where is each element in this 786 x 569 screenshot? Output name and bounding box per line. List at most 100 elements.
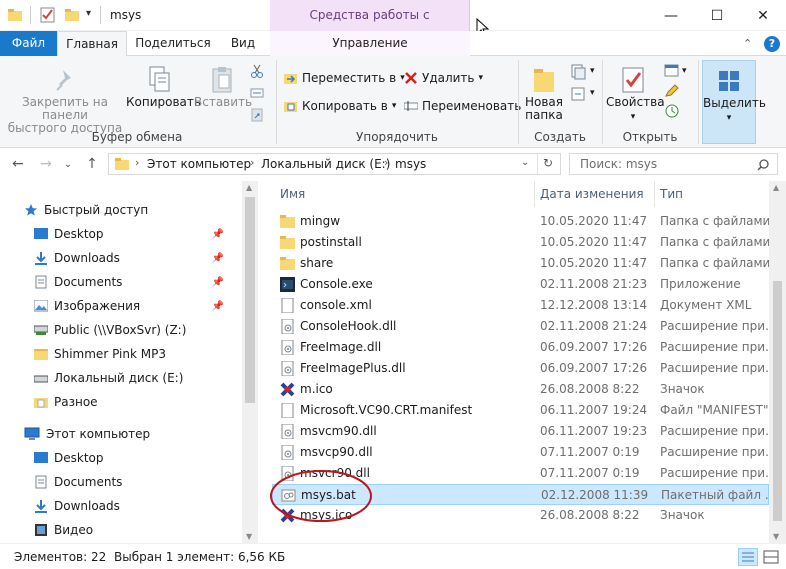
tab-share[interactable]: Поделиться: [132, 31, 214, 56]
tab-home[interactable]: Главная: [57, 31, 127, 57]
maximize-button[interactable]: ☐: [694, 0, 740, 31]
minimize-button[interactable]: —: [648, 0, 694, 31]
nav-item-documents[interactable]: Documents 📌: [34, 270, 244, 294]
chevron-right-icon[interactable]: ›: [384, 156, 388, 169]
pin-quick-access-button[interactable]: Закрепить на панели быстрого доступа: [6, 64, 124, 135]
nav-item-downloads[interactable]: Downloads 📌: [34, 246, 244, 270]
file-row[interactable]: Console.exe 02.11.2008 21:23 Приложение: [272, 274, 769, 295]
file-row[interactable]: share 10.05.2020 11:47 Папка с файлами: [272, 253, 769, 274]
nav-pc-item-downloads[interactable]: Downloads: [34, 494, 120, 518]
scroll-thumb[interactable]: [245, 197, 255, 403]
file-row[interactable]: mingw 10.05.2020 11:47 Папка с файлами: [272, 211, 769, 232]
forward-button[interactable]: →: [36, 154, 56, 174]
file-row[interactable]: msvcm90.dll 06.11.2007 19:23 Расширение пр…: [272, 421, 769, 442]
scroll-up-icon[interactable]: ▲: [773, 183, 779, 192]
help-icon[interactable]: ?: [764, 36, 780, 52]
properties-button[interactable]: Свойства ▾: [606, 64, 665, 124]
nav-this-pc[interactable]: Этот компьютер: [24, 422, 150, 446]
history-icon[interactable]: [664, 104, 680, 118]
breadcrumb-this-pc[interactable]: Этот компьютер: [147, 157, 251, 171]
details-view-icon[interactable]: [738, 548, 758, 566]
tab-view[interactable]: Вид: [220, 31, 266, 56]
new-item-icon[interactable]: [570, 64, 586, 80]
open-icon[interactable]: [664, 64, 680, 78]
rename-button[interactable]: Переименовать: [403, 95, 521, 117]
move-to-button[interactable]: Переместить в ▾: [284, 67, 405, 89]
address-bar[interactable]: › Этот компьютер › Локальный диск (E:) ›…: [108, 153, 561, 175]
scroll-thumb[interactable]: [773, 281, 782, 521]
nav-item-pictures[interactable]: Изображения 📌: [33, 294, 244, 318]
up-button[interactable]: ↑: [82, 154, 102, 174]
nav-item-shimmer-pink[interactable]: Shimmer Pink MP3: [34, 342, 166, 366]
select-button[interactable]: Выделить ▾: [702, 60, 766, 144]
nav-item-label: Desktop: [54, 451, 104, 465]
nav-quick-access[interactable]: Быстрый доступ: [24, 198, 148, 222]
properties-quick-icon[interactable]: [40, 7, 56, 23]
close-button[interactable]: ✕: [740, 0, 786, 31]
easy-access-icon[interactable]: [570, 86, 586, 102]
scroll-up-icon[interactable]: ▲: [246, 183, 252, 192]
nav-item-label: Documents: [54, 475, 123, 489]
chevron-right-icon[interactable]: ›: [250, 156, 254, 169]
file-row[interactable]: postinstall 10.05.2020 11:47 Папка с файла…: [272, 232, 769, 253]
copy-to-button[interactable]: Копировать в ▾: [284, 95, 396, 117]
nav-pc-item-desktop[interactable]: Desktop: [34, 446, 104, 470]
file-list-scrollbar[interactable]: ▲ ▼: [769, 181, 786, 543]
large-icons-view-icon[interactable]: [762, 548, 780, 566]
doc-file-icon: [280, 402, 295, 419]
file-row[interactable]: ConsoleHook.dll 02.11.2008 21:24 Расширени…: [272, 316, 769, 337]
nav-pc-item-documents[interactable]: Documents: [34, 470, 122, 494]
file-row[interactable]: Microsoft.VC90.CRT.manifest 06.11.2007 19…: [272, 400, 769, 421]
file-name: FreeImage.dll: [300, 340, 382, 354]
scroll-down-icon[interactable]: ▼: [773, 532, 779, 541]
column-header-date[interactable]: Дата изменения: [540, 181, 644, 207]
back-button[interactable]: ←: [8, 154, 28, 174]
delete-button[interactable]: Удалить ▾: [404, 67, 483, 89]
computer-icon: [24, 427, 40, 441]
file-type: Расширение при...: [660, 361, 769, 375]
file-row[interactable]: FreeImagePlus.dll 06.09.2007 17:26 Расшире…: [272, 358, 769, 379]
edit-icon[interactable]: [664, 84, 680, 98]
file-row[interactable]: m.ico 26.08.2008 8:22 Значок: [272, 379, 769, 400]
breadcrumb-msys[interactable]: msys: [395, 157, 426, 171]
scroll-down-icon[interactable]: ▼: [246, 532, 252, 541]
divider: [534, 181, 535, 207]
file-row[interactable]: msvcp90.dll 07.11.2007 0:19 Расширение при…: [272, 442, 769, 463]
tab-manage[interactable]: Управление: [270, 31, 470, 56]
chevron-down-icon: ▾: [726, 113, 732, 123]
dll-file-icon: [280, 423, 295, 440]
recent-locations-button[interactable]: ⌄: [58, 154, 78, 174]
chevron-down-icon[interactable]: ▾: [682, 66, 687, 76]
collapse-ribbon-icon[interactable]: ⌃: [743, 37, 752, 50]
column-header-name[interactable]: Имя: [280, 181, 305, 207]
nav-scrollbar[interactable]: ▲ ▼: [242, 181, 258, 543]
copy-button[interactable]: Копировать: [126, 64, 201, 109]
cut-icon[interactable]: [250, 64, 264, 78]
search-input[interactable]: Поиск: msys: [569, 153, 778, 175]
move-to-icon: [284, 71, 298, 85]
nav-item-misc[interactable]: Разное: [34, 390, 98, 414]
breadcrumb-drive-e[interactable]: Локальный диск (E:): [261, 157, 390, 171]
paste-button[interactable]: Вставить: [194, 64, 252, 109]
copy-path-icon[interactable]: [250, 86, 264, 100]
folder-icon: [8, 8, 22, 22]
chevron-down-icon[interactable]: ▾: [590, 66, 595, 76]
tab-file[interactable]: Файл: [0, 31, 57, 56]
nav-item-label: Разное: [54, 395, 98, 409]
nav-item-desktop[interactable]: Desktop 📌: [34, 222, 244, 246]
chevron-right-icon[interactable]: ›: [135, 156, 139, 169]
file-row[interactable]: FreeImage.dll 06.09.2007 17:26 Расширение …: [272, 337, 769, 358]
file-row[interactable]: console.xml 12.12.2008 13:14 Документ XML: [272, 295, 769, 316]
new-folder-button[interactable]: Новая папка: [522, 64, 566, 122]
properties-label: Свойства: [606, 95, 665, 109]
nav-item-local-disk-e[interactable]: Локальный диск (E:): [33, 366, 183, 390]
nav-pc-item-video[interactable]: Видео: [34, 518, 93, 542]
refresh-icon[interactable]: ↻: [543, 156, 553, 170]
address-dropdown-icon[interactable]: ⌄: [521, 157, 529, 168]
paste-shortcut-icon[interactable]: [250, 108, 264, 122]
nav-item-network-drive[interactable]: Public (\\VBoxSvr) (Z:): [33, 318, 186, 342]
quick-access-dropdown-icon[interactable]: ▾: [86, 8, 91, 19]
column-header-type[interactable]: Тип: [660, 181, 683, 207]
chevron-down-icon[interactable]: ▾: [590, 88, 595, 98]
new-folder-quick-icon[interactable]: [64, 7, 80, 23]
